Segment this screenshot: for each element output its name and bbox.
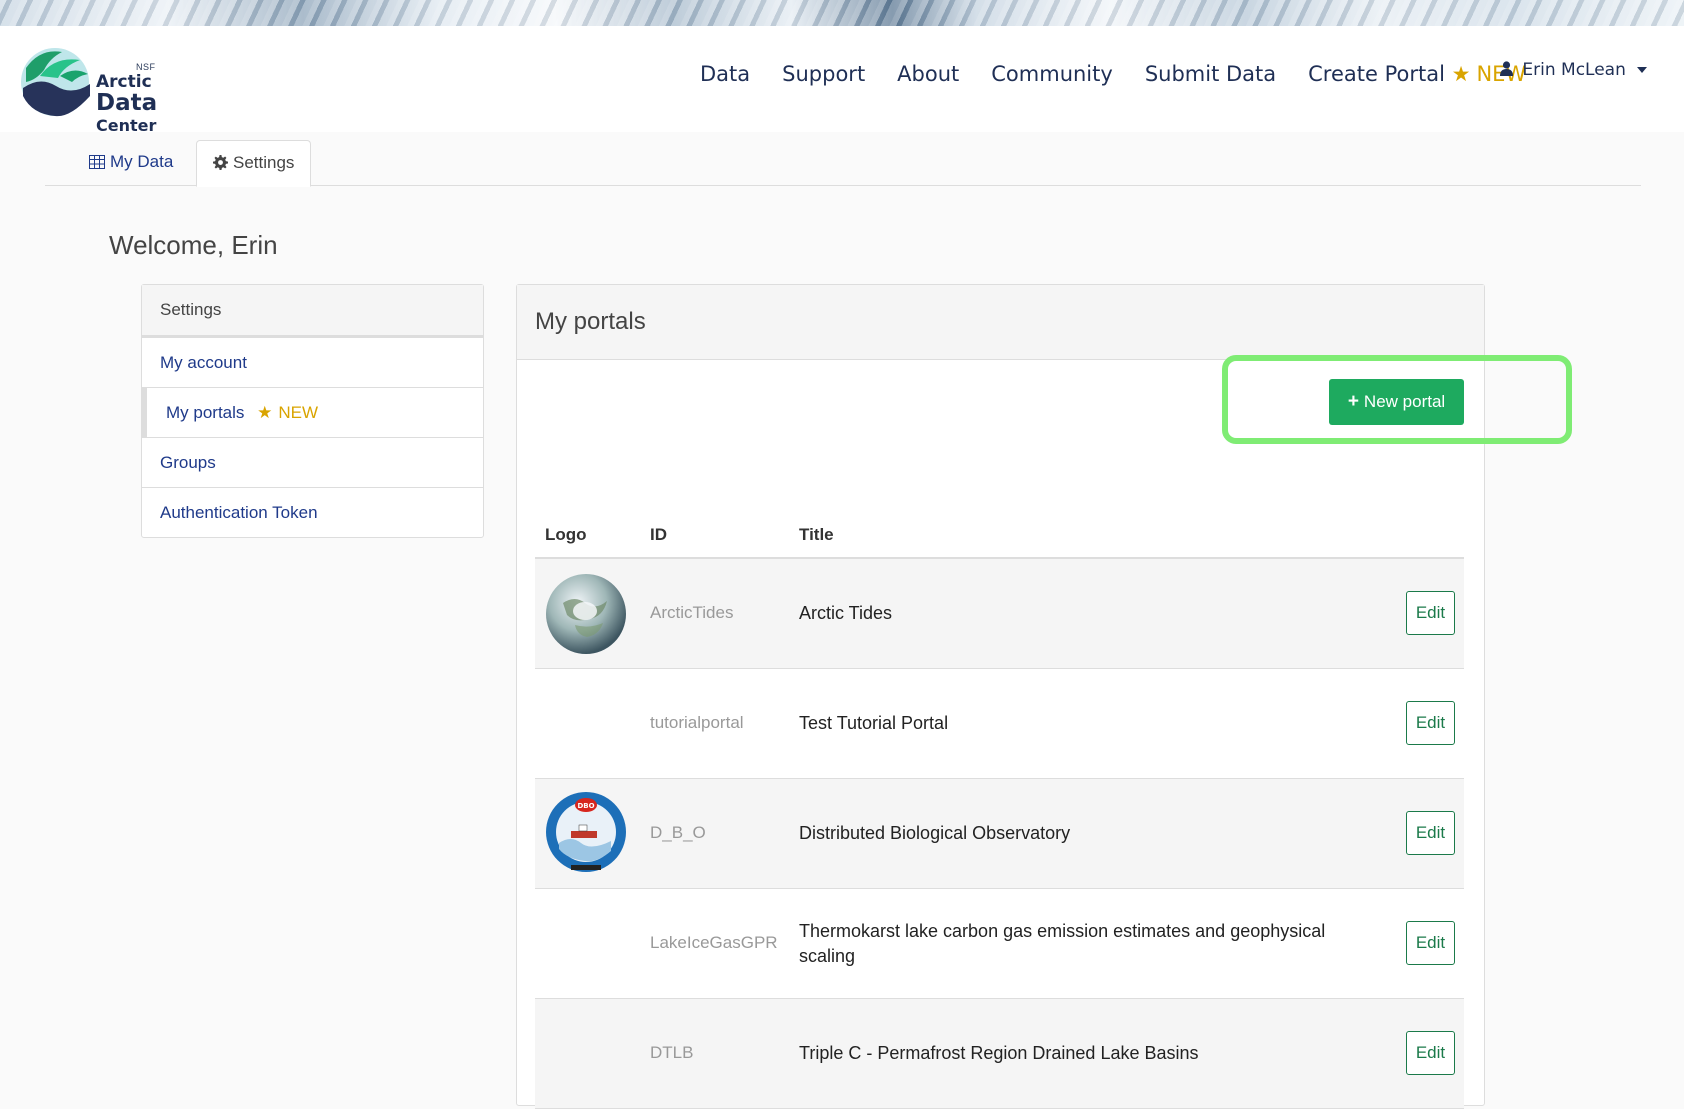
my-portals-heading: My portals [517, 285, 1484, 360]
edit-button[interactable]: Edit [1406, 811, 1455, 855]
settings-menu-heading: Settings [142, 285, 483, 337]
portal-id: tutorialportal [650, 713, 744, 732]
column-header-title: Title [799, 525, 834, 544]
welcome-heading: Welcome, Erin [109, 230, 278, 260]
settings-item-my-account[interactable]: My account [142, 337, 483, 387]
star-icon: ★ [257, 403, 273, 422]
table-icon [89, 155, 105, 169]
portal-id: DTLB [650, 1043, 694, 1062]
settings-new-badge: NEW [278, 403, 319, 422]
user-menu[interactable]: Erin McLean [1500, 60, 1648, 80]
svg-text:DBO: DBO [577, 802, 594, 810]
nav-support[interactable]: Support [782, 62, 865, 86]
settings-item-auth-token[interactable]: Authentication Token [142, 487, 483, 537]
portal-id: D_B_O [650, 823, 706, 842]
portal-logo-dbo: DBO [546, 792, 626, 872]
logo-mark-icon [21, 48, 90, 117]
portal-title: Triple C - Permafrost Region Drained Lak… [799, 1043, 1199, 1063]
logo-text-data: Data [96, 90, 158, 116]
tab-my-data[interactable]: My Data [73, 140, 189, 184]
portal-id: ArcticTides [650, 603, 734, 622]
portal-id: LakeIceGasGPR [650, 933, 778, 952]
edit-button[interactable]: Edit [1406, 1031, 1455, 1075]
edit-button[interactable]: Edit [1406, 921, 1455, 965]
account-tabs: My Data Settings [45, 140, 1641, 187]
logo-text-arctic: Arctic [96, 72, 152, 92]
settings-menu-panel: Settings My account My portals ★ NEW Grou… [141, 284, 484, 538]
tab-settings[interactable]: Settings [196, 140, 312, 187]
caret-down-icon [1637, 67, 1648, 73]
nav-create-portal-label: Create Portal [1308, 62, 1445, 86]
top-navbar: NSF Arctic Data Center Data Support Abou… [0, 26, 1684, 134]
portal-title: Distributed Biological Observatory [799, 823, 1071, 843]
logo-nsf-text: NSF [136, 62, 156, 72]
table-row: LakeIceGasGPR Thermokarst lake carbon ga… [535, 889, 1464, 999]
portals-table-header: Logo ID Title [535, 515, 1464, 559]
main-nav: Data Support About Community Submit Data… [700, 62, 1558, 86]
user-icon [1500, 61, 1513, 76]
edit-button[interactable]: Edit [1406, 591, 1455, 635]
tab-settings-label: Settings [233, 153, 295, 172]
settings-item-groups[interactable]: Groups [142, 437, 483, 487]
table-row: DTLB Triple C - Permafrost Region Draine… [535, 999, 1464, 1109]
table-row: DBO D_B_O Distributed Biological Observa… [535, 779, 1464, 889]
star-icon: ★ [1451, 62, 1471, 86]
tab-my-data-label: My Data [110, 152, 174, 171]
gear-icon [213, 155, 228, 170]
portal-title: Thermokarst lake carbon gas emission est… [799, 921, 1326, 966]
user-name: Erin McLean [1522, 60, 1626, 80]
portal-logo-globe [546, 574, 626, 654]
table-row: ArcticTides Arctic Tides Edit [535, 559, 1464, 669]
arctic-data-center-logo[interactable]: NSF Arctic Data Center [20, 46, 170, 134]
portal-title: Arctic Tides [799, 603, 893, 623]
column-header-id: ID [650, 525, 667, 544]
column-header-logo: Logo [545, 525, 587, 544]
portal-title: Test Tutorial Portal [799, 713, 949, 733]
header-banner-photo [0, 0, 1684, 26]
nav-data[interactable]: Data [700, 62, 750, 86]
new-portal-highlight-box [1222, 355, 1572, 444]
settings-item-my-portals-label: My portals [166, 403, 245, 422]
nav-community[interactable]: Community [991, 62, 1113, 86]
table-row: tutorialportal Test Tutorial Portal Edit [535, 669, 1464, 779]
nav-create-portal[interactable]: Create Portal ★ NEW [1308, 62, 1526, 86]
nav-submit-data[interactable]: Submit Data [1145, 62, 1276, 86]
nav-about[interactable]: About [897, 62, 959, 86]
logo-text-center: Center [96, 116, 157, 135]
edit-button[interactable]: Edit [1406, 701, 1455, 745]
settings-item-my-portals[interactable]: My portals ★ NEW [142, 387, 483, 437]
